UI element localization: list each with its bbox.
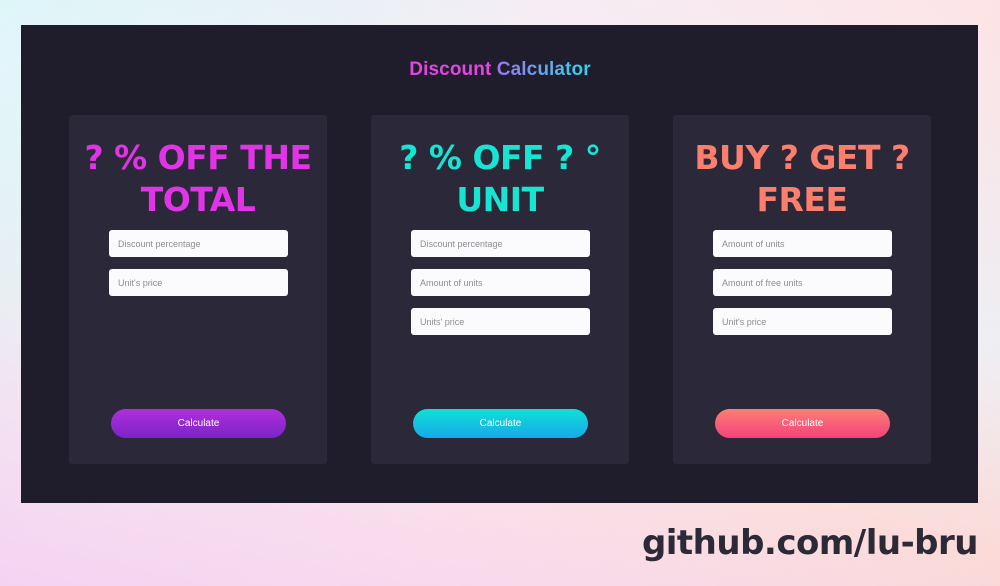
- card-buy-get-free: BUY ? GET ? FREE Calculate: [673, 115, 931, 464]
- card-percent-off-total: ? % OFF THE TOTAL Calculate: [69, 115, 327, 464]
- units-price-input[interactable]: [411, 308, 590, 335]
- discount-percentage-input[interactable]: [109, 230, 288, 257]
- card-heading: ? % OFF THE TOTAL: [69, 137, 327, 221]
- unit-price-input[interactable]: [109, 269, 288, 296]
- card-heading-line-2: UNIT: [456, 180, 544, 219]
- unit-price-input[interactable]: [713, 308, 892, 335]
- amount-of-free-units-input[interactable]: [713, 269, 892, 296]
- app-title-word-discount: Discount: [409, 59, 492, 80]
- card-heading-line-1: ? % OFF ? °: [399, 138, 601, 177]
- card-heading: ? % OFF ? ° UNIT: [371, 137, 629, 221]
- card-heading-line-2: FREE: [756, 180, 848, 219]
- github-link[interactable]: github.com/lu-bru: [642, 523, 979, 563]
- card-heading-line-1: BUY ? GET ?: [694, 138, 910, 177]
- card-percent-off-unit: ? % OFF ? ° UNIT Calculate: [371, 115, 629, 464]
- calculate-button[interactable]: Calculate: [111, 409, 286, 438]
- amount-of-units-input[interactable]: [411, 269, 590, 296]
- app-title-word-calculator: Calculator: [496, 59, 591, 80]
- card-heading-line-2: TOTAL: [140, 180, 256, 219]
- calculate-button[interactable]: Calculate: [413, 409, 588, 438]
- app-title: Discount Calculator: [0, 59, 1000, 81]
- calculate-button[interactable]: Calculate: [715, 409, 890, 438]
- card-heading: BUY ? GET ? FREE: [673, 137, 931, 221]
- amount-of-units-input[interactable]: [713, 230, 892, 257]
- card-heading-line-1: ? % OFF THE: [84, 138, 312, 177]
- discount-percentage-input[interactable]: [411, 230, 590, 257]
